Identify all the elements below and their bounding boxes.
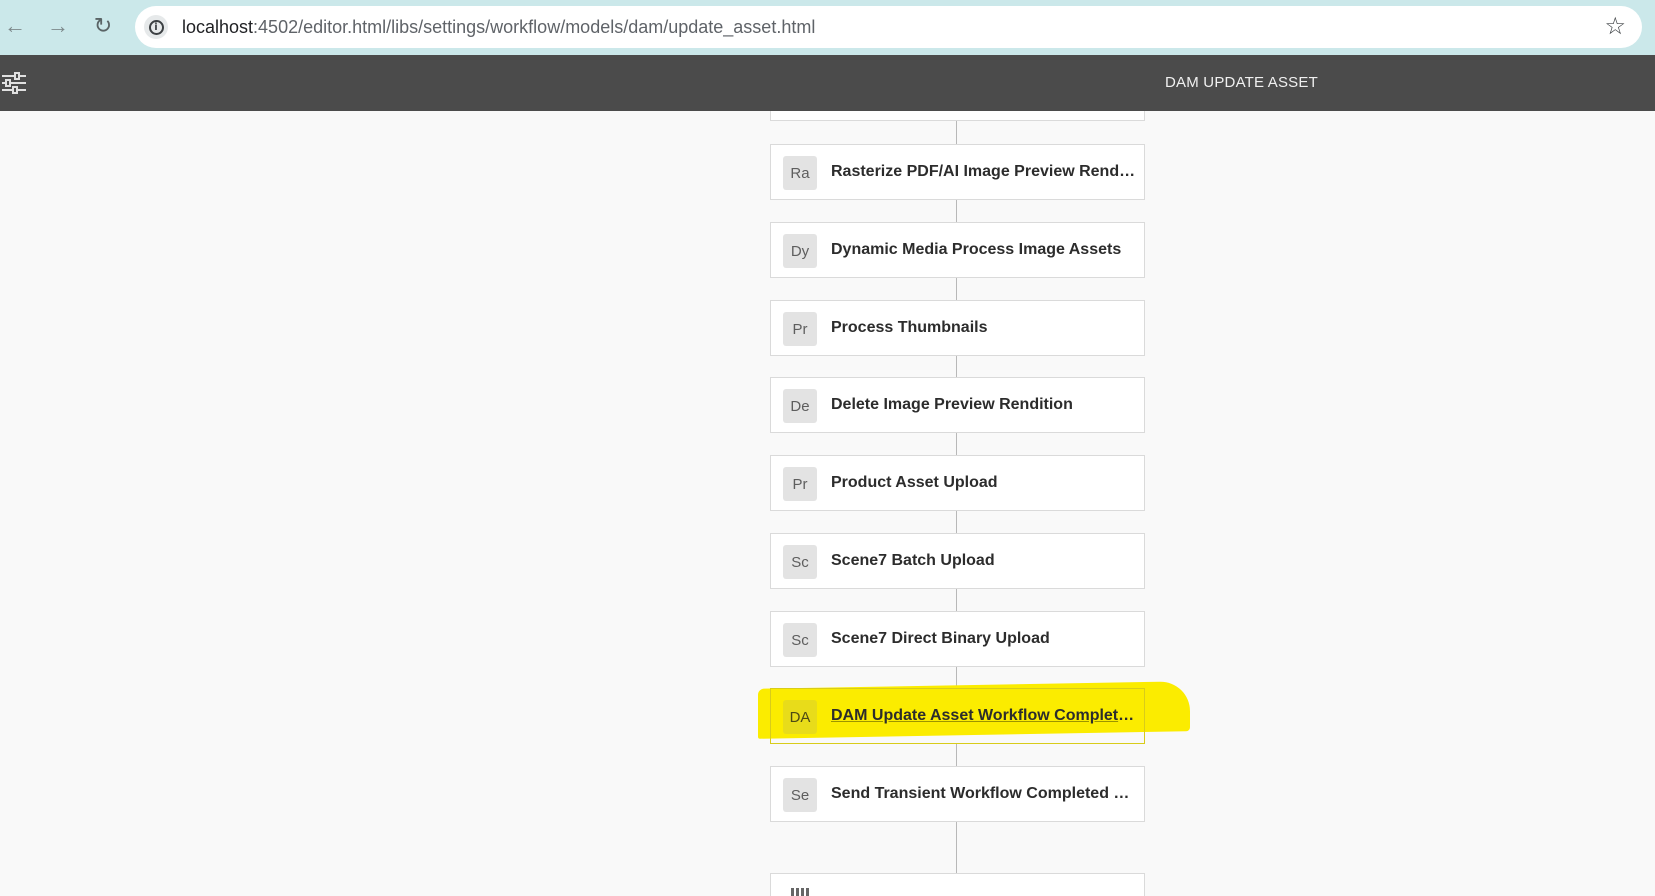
step-badge: Se: [783, 778, 817, 812]
step-badge: De: [783, 389, 817, 423]
url-text[interactable]: localhost:4502/editor.html/libs/settings…: [182, 17, 815, 38]
step-title: Product Asset Upload: [831, 474, 998, 491]
reload-icon[interactable]: ↻: [88, 11, 118, 41]
step-title: Rasterize PDF/AI Image Preview Rendi...: [831, 163, 1136, 180]
side-panel-toggle-icon[interactable]: [2, 72, 26, 94]
url-path: :4502/editor.html/libs/settings/workflow…: [253, 17, 816, 37]
step-badge: Sc: [783, 545, 817, 579]
step-badge: Dy: [783, 234, 817, 268]
step-badge: Pr: [783, 467, 817, 501]
flow-end-node[interactable]: [770, 873, 1145, 896]
workflow-step-delete-preview[interactable]: De Delete Image Preview Rendition: [770, 377, 1145, 433]
address-bar[interactable]: i localhost:4502/editor.html/libs/settin…: [135, 6, 1642, 48]
step-badge: Pr: [783, 312, 817, 346]
workflow-step-scene7-direct[interactable]: Sc Scene7 Direct Binary Upload: [770, 611, 1145, 667]
workflow-step-process-thumbnails[interactable]: Pr Process Thumbnails: [770, 300, 1145, 356]
step-badge: Sc: [783, 623, 817, 657]
workflow-step-dynamic-media[interactable]: Dy Dynamic Media Process Image Assets: [770, 222, 1145, 278]
editor-toolbar: DAM UPDATE ASSET: [0, 55, 1655, 111]
info-glyph: i: [148, 19, 164, 35]
step-title: Scene7 Batch Upload: [831, 552, 995, 569]
workflow-step[interactable]: [770, 111, 1145, 121]
step-badge: Ra: [783, 156, 817, 190]
workflow-model-title: DAM UPDATE ASSET: [1165, 74, 1318, 91]
forward-arrow-icon[interactable]: →: [43, 11, 73, 41]
bookmark-star-icon[interactable]: ☆: [1604, 12, 1626, 40]
step-title: DAM Update Asset Workflow Completed: [831, 707, 1136, 724]
step-title: Scene7 Direct Binary Upload: [831, 630, 1050, 647]
step-title: Dynamic Media Process Image Assets: [831, 241, 1122, 258]
workflow-canvas: Ra Rasterize PDF/AI Image Preview Rendi.…: [0, 111, 1655, 896]
workflow-step-product-asset-upload[interactable]: Pr Product Asset Upload: [770, 455, 1145, 511]
site-info-icon[interactable]: i: [144, 15, 168, 39]
workflow-step-dam-update-completed[interactable]: DA DAM Update Asset Workflow Completed: [770, 688, 1145, 744]
step-title: Send Transient Workflow Completed E...: [831, 785, 1136, 802]
workflow-step-rasterize[interactable]: Ra Rasterize PDF/AI Image Preview Rendi.…: [770, 144, 1145, 200]
workflow-step-scene7-batch[interactable]: Sc Scene7 Batch Upload: [770, 533, 1145, 589]
step-title: Process Thumbnails: [831, 319, 988, 336]
browser-toolbar: ← → ↻ i localhost:4502/editor.html/libs/…: [0, 0, 1655, 55]
step-connector: [956, 821, 957, 873]
step-title: Delete Image Preview Rendition: [831, 396, 1073, 413]
step-badge: DA: [783, 700, 817, 734]
back-arrow-icon[interactable]: ←: [0, 11, 30, 41]
url-host: localhost: [182, 17, 254, 37]
workflow-step-send-transient[interactable]: Se Send Transient Workflow Completed E..…: [770, 766, 1145, 822]
flow-end-icon: [791, 888, 811, 896]
